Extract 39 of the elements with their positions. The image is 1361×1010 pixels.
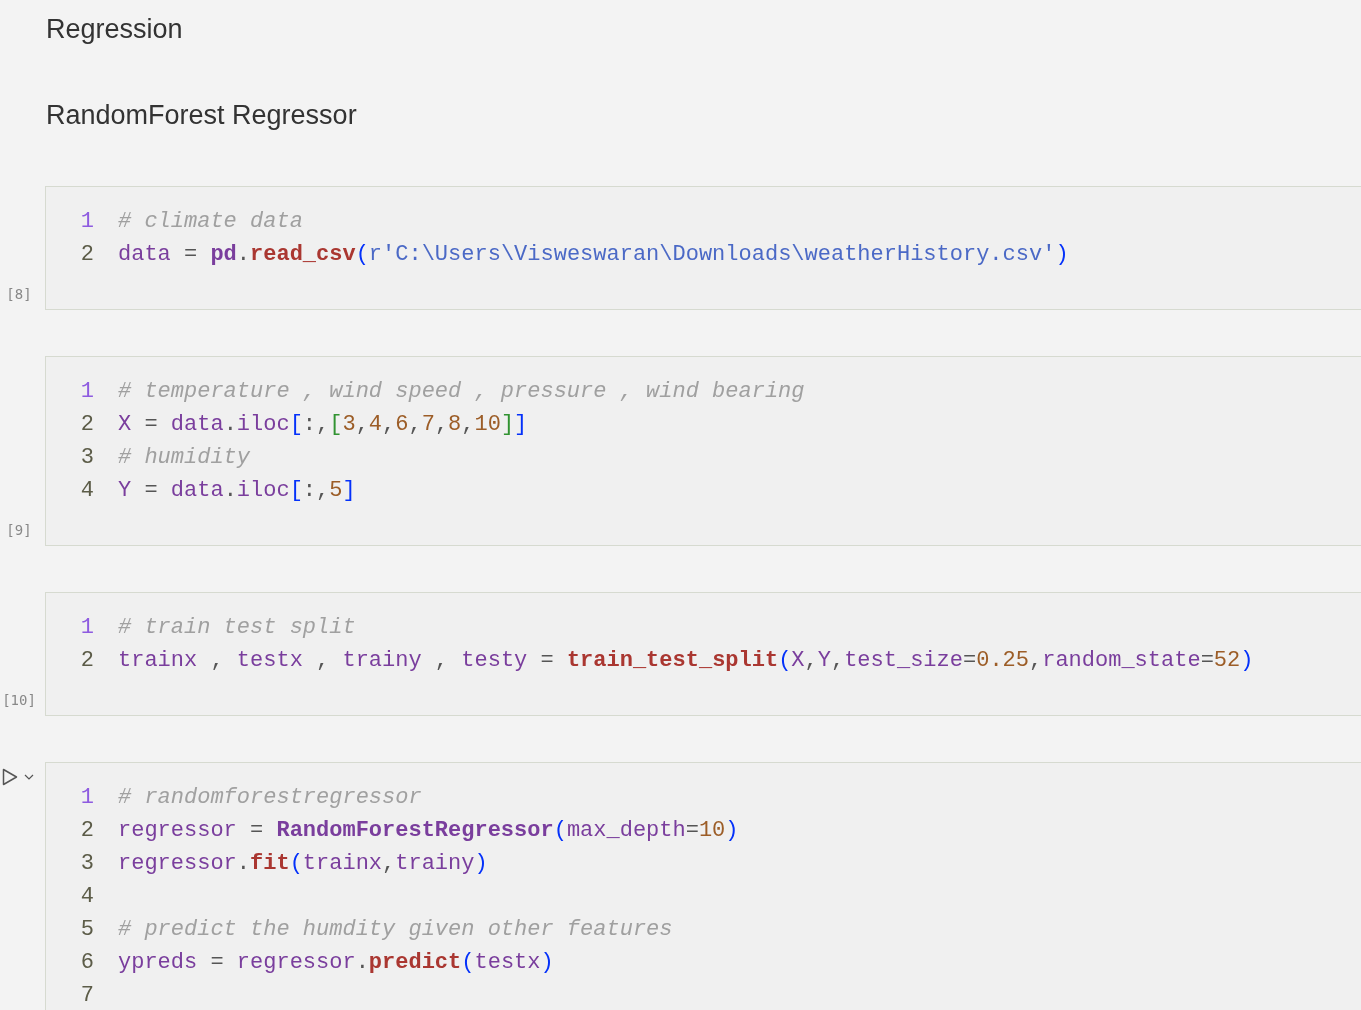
line-number: 1 — [79, 209, 95, 234]
code-line: X = data.iloc[:,[3,4,6,7,8,10]] — [118, 412, 528, 437]
code-line: # randomforestregressor — [118, 785, 422, 810]
line-number: 2 — [79, 818, 95, 843]
code-line: # train test split — [118, 615, 356, 640]
line-number: 7 — [79, 983, 95, 1008]
code-cell[interactable]: 1 # train test split 2 trainx , testx , trainy , testy = train_test_split(X,Y,test_size=0.25,random_state=52) — [45, 592, 1361, 716]
run-icon[interactable] — [2, 768, 18, 786]
line-number: 3 — [79, 851, 95, 876]
line-number: 4 — [79, 884, 95, 909]
code-line: # predict the humdity given other features — [118, 917, 673, 942]
line-number: 5 — [79, 917, 95, 942]
line-number: 2 — [79, 412, 95, 437]
code-line: data = pd.read_csv(r'C:\Users\Visweswaran\Downloads\weatherHistory.csv') — [118, 242, 1069, 267]
line-number: 2 — [79, 242, 95, 267]
line-number: 1 — [79, 615, 95, 640]
line-number: 4 — [79, 478, 95, 503]
execution-count: [8] — [5, 286, 33, 302]
code-line: trainx , testx , trainy , testy = train_test_split(X,Y,test_size=0.25,random_state=52) — [118, 648, 1254, 673]
code-line: # climate data — [118, 209, 303, 234]
markdown-heading: RandomForest Regressor — [46, 100, 357, 131]
line-number: 1 — [79, 379, 95, 404]
execution-count: [10] — [1, 692, 37, 708]
code-cell[interactable]: 1 # temperature , wind speed , pressure , wind bearing 2 X = data.iloc[:,[3,4,6,7,8,10]] 3 # humidity 4 Y = data.iloc[:,5] — [45, 356, 1361, 546]
code-line: Y = data.iloc[:,5] — [118, 478, 356, 503]
code-line: regressor.fit(trainx,trainy) — [118, 851, 488, 876]
code-cell[interactable]: 1 # randomforestregressor 2 regressor = RandomForestRegressor(max_depth=10) 3 regressor.fit(trainx,trainy) 4 5 # predict the humdity given other features 6 ypreds = regressor.predict(testx) 7 — [45, 762, 1361, 1010]
code-line: # humidity — [118, 445, 251, 470]
code-line: ypreds = regressor.predict(testx) — [118, 950, 554, 975]
code-cell[interactable]: 1 # climate data 2 data = pd.read_csv(r'C:\Users\Visweswaran\Downloads\weatherHistory.csv') — [45, 186, 1361, 310]
line-number: 3 — [79, 445, 95, 470]
code-line: # temperature , wind speed , pressure , wind bearing — [118, 379, 805, 404]
line-number: 1 — [79, 785, 95, 810]
code-line: regressor = RandomForestRegressor(max_depth=10) — [118, 818, 739, 843]
chevron-down-icon[interactable] — [24, 774, 34, 780]
line-number: 6 — [79, 950, 95, 975]
line-number: 2 — [79, 648, 95, 673]
execution-count: [9] — [5, 522, 33, 538]
markdown-heading: Regression — [46, 14, 183, 45]
